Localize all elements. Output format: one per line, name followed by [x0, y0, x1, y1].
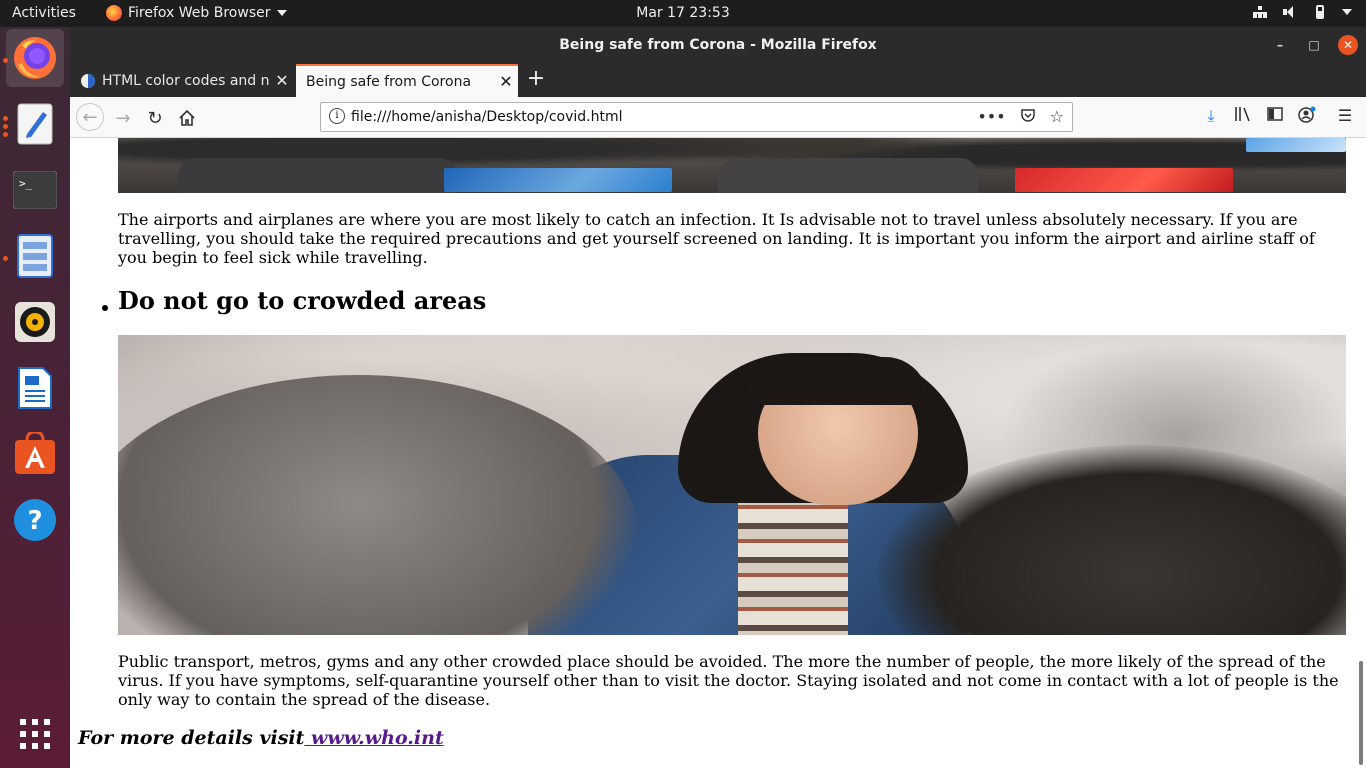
downloads-icon[interactable]: ⤓ — [1202, 106, 1220, 128]
files-icon — [17, 234, 53, 278]
text-editor-icon — [17, 103, 53, 145]
hamburger-menu-icon[interactable]: ☰ — [1336, 106, 1354, 128]
gnome-top-bar: Activities Firefox Web Browser Mar 17 23… — [0, 0, 1366, 27]
running-indicator — [3, 124, 8, 129]
url-text: file:///home/anisha/Desktop/covid.html — [351, 109, 623, 125]
running-indicator — [3, 132, 8, 137]
home-button[interactable] — [174, 105, 200, 131]
dock-text-editor[interactable] — [6, 95, 64, 153]
system-tray[interactable] — [1252, 4, 1352, 20]
writer-icon — [18, 367, 52, 409]
page-scrollbar[interactable] — [1357, 138, 1366, 768]
activities-button[interactable]: Activities — [12, 5, 76, 21]
running-indicator — [3, 256, 8, 261]
close-tab-icon[interactable]: ✕ — [270, 71, 294, 90]
window-title: Being safe from Corona - Mozilla Firefox — [559, 37, 877, 53]
rhythmbox-icon — [15, 302, 55, 342]
network-icon — [1252, 4, 1268, 20]
tab-bar: HTML color codes and na ✕ Being safe fro… — [70, 64, 1366, 97]
account-icon[interactable] — [1298, 106, 1316, 128]
forward-button[interactable]: → — [110, 105, 136, 131]
reload-button[interactable]: ↻ — [142, 105, 168, 131]
library-icon[interactable] — [1234, 106, 1252, 128]
tab-label: Being safe from Corona — [306, 73, 472, 90]
svg-text:?: ? — [27, 506, 42, 536]
tab-being-safe-from-corona[interactable]: Being safe from Corona ✕ — [296, 64, 518, 97]
terminal-icon: >_ — [13, 171, 57, 209]
show-applications-button[interactable] — [6, 705, 64, 763]
seatback-screen — [1246, 138, 1346, 152]
dock-help[interactable]: ? — [6, 491, 64, 549]
chevron-down-icon — [276, 10, 287, 16]
minimize-button[interactable]: – — [1270, 35, 1290, 55]
clock[interactable]: Mar 17 23:53 — [636, 5, 729, 21]
firefox-icon — [14, 37, 56, 79]
svg-text:>_: >_ — [19, 177, 33, 190]
navigation-toolbar: ← → ↻ i file:///home/anisha/Desktop/covi… — [70, 97, 1366, 138]
back-button[interactable]: ← — [76, 103, 104, 131]
running-indicator — [3, 58, 8, 63]
window-titlebar[interactable]: Being safe from Corona - Mozilla Firefox… — [70, 27, 1366, 64]
seatback-screen — [1015, 168, 1233, 192]
site-info-icon[interactable]: i — [329, 108, 345, 124]
airplane-photo — [118, 138, 1346, 193]
seatback-screen — [444, 168, 672, 192]
who-link[interactable]: www.who.int — [304, 727, 444, 749]
dock-software-center[interactable] — [6, 425, 64, 483]
system-menu-chevron-icon — [1342, 9, 1352, 15]
help-icon: ? — [14, 499, 56, 541]
software-center-icon — [15, 432, 55, 474]
crowded-street-photo — [118, 335, 1346, 635]
url-bar[interactable]: i file:///home/anisha/Desktop/covid.html… — [320, 102, 1073, 132]
more-details: For more details visit www.who.int — [78, 727, 444, 749]
scrollbar-thumb[interactable] — [1359, 661, 1363, 765]
battery-icon — [1312, 4, 1328, 20]
list-bullet — [102, 305, 108, 311]
dock-rhythmbox[interactable] — [6, 293, 64, 351]
site-favicon-icon — [81, 73, 95, 88]
dock-files[interactable] — [6, 227, 64, 285]
app-grid-icon — [20, 719, 50, 749]
tab-html-color-codes[interactable]: HTML color codes and na ✕ — [70, 64, 294, 97]
running-indicator — [3, 116, 8, 121]
dock-firefox[interactable] — [6, 29, 64, 87]
crowded-areas-heading: Do not go to crowded areas — [118, 286, 487, 315]
tab-label: HTML color codes and na — [102, 72, 270, 89]
airport-paragraph: The airports and airplanes are where you… — [118, 210, 1315, 267]
close-window-button[interactable]: ✕ — [1338, 35, 1358, 55]
dock-libreoffice-writer[interactable] — [6, 359, 64, 417]
close-tab-icon[interactable]: ✕ — [494, 72, 518, 91]
pocket-icon[interactable] — [1020, 107, 1036, 127]
page-actions-icon[interactable]: ••• — [977, 107, 1005, 127]
ubuntu-dock: >_ ? — [0, 27, 70, 768]
app-menu[interactable]: Firefox Web Browser — [106, 5, 287, 21]
page-content: The airports and airplanes are where you… — [70, 138, 1357, 768]
volume-icon — [1282, 4, 1298, 20]
bookmark-star-icon[interactable]: ☆ — [1050, 107, 1064, 127]
firefox-icon — [106, 5, 122, 21]
sidebar-icon[interactable] — [1266, 106, 1284, 128]
home-icon — [179, 110, 195, 126]
dock-terminal[interactable]: >_ — [6, 161, 64, 219]
crowded-paragraph: Public transport, metros, gyms and any o… — [118, 652, 1339, 709]
more-details-text: For more details visit — [78, 727, 305, 749]
app-menu-label: Firefox Web Browser — [128, 5, 271, 21]
new-tab-button[interactable]: + — [524, 68, 548, 92]
maximize-button[interactable]: □ — [1304, 35, 1324, 55]
firefox-window: Being safe from Corona - Mozilla Firefox… — [70, 27, 1366, 768]
